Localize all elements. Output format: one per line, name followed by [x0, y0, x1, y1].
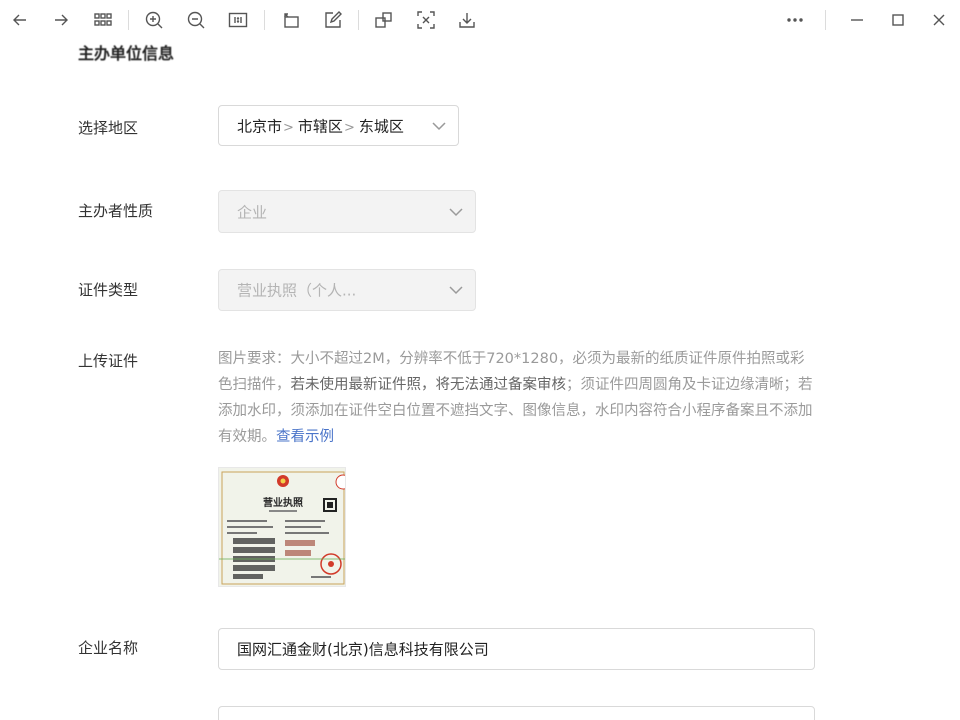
region-label: 选择地区: [78, 119, 139, 137]
toolbar-divider: [358, 10, 359, 30]
toolbar-divider: [264, 10, 265, 30]
license-thumbnail-graphic: 营业执照: [219, 468, 345, 586]
zoom-out-button[interactable]: [181, 5, 211, 35]
section-title: 主办单位信息: [78, 44, 175, 63]
zoom-out-icon: [187, 11, 205, 29]
region-city: 市辖区: [297, 117, 343, 135]
toolbar-divider: [825, 10, 826, 30]
region-district: 东城区: [358, 117, 404, 135]
view-example-link[interactable]: 查看示例: [276, 429, 334, 445]
download-button[interactable]: [452, 5, 482, 35]
back-icon: [13, 14, 26, 26]
region-value: 北京市> 市辖区> 东城区: [237, 115, 404, 136]
company-name-input[interactable]: 国网汇通金财(北京)信息科技有限公司: [218, 628, 815, 670]
organizer-type-label: 主办者性质: [78, 202, 154, 220]
zoom-in-icon: [145, 11, 163, 29]
actual-size-button[interactable]: [223, 5, 253, 35]
ocr-icon: [417, 11, 435, 29]
edit-button[interactable]: [318, 5, 348, 35]
chevron-down-icon: [449, 285, 463, 295]
license-title: 营业执照: [263, 496, 303, 509]
organizer-type-value: 企业: [237, 203, 268, 221]
download-icon: [459, 13, 475, 28]
upload-requirements: 图片要求：大小不超过2M，分辨率不低于720*1280，必须为最新的纸质证件原件…: [218, 346, 818, 450]
rotate-icon: [284, 13, 299, 28]
license-thumbnail[interactable]: 营业执照: [218, 467, 346, 587]
ocr-button[interactable]: [411, 5, 441, 35]
close-button[interactable]: [924, 5, 954, 35]
crop-icon: [375, 12, 392, 28]
zoom-in-button[interactable]: [139, 5, 169, 35]
image-content: 主办单位信息 选择地区 北京市> 市辖区> 东城区 主办者性质 企业 证件类型 营业…: [0, 40, 960, 720]
cert-type-select[interactable]: 营业执照（个人...: [218, 269, 476, 311]
edit-icon: [325, 11, 342, 28]
close-icon: [933, 14, 945, 26]
chevron-down-icon: [449, 207, 463, 217]
region-separator-icon: >: [283, 120, 294, 135]
company-name-label: 企业名称: [78, 639, 139, 657]
upload-desc-emphasis: 若未使用最新证件照，将无法通过备案审核: [290, 377, 567, 393]
region-select[interactable]: 北京市> 市辖区> 东城区: [218, 105, 459, 146]
forward-button[interactable]: [46, 5, 76, 35]
back-button[interactable]: [5, 5, 35, 35]
rotate-button[interactable]: [276, 5, 306, 35]
chevron-down-icon: [432, 121, 446, 131]
next-field-input[interactable]: [218, 706, 815, 720]
maximize-button[interactable]: [883, 5, 913, 35]
forward-icon: [55, 14, 68, 26]
minimize-button[interactable]: [842, 5, 872, 35]
maximize-icon: [892, 14, 904, 26]
more-button[interactable]: [780, 5, 810, 35]
crop-button[interactable]: [369, 5, 399, 35]
actual-size-icon: [228, 12, 248, 28]
toolbar-divider: [128, 10, 129, 30]
grid-view-button[interactable]: [88, 5, 118, 35]
region-province: 北京市: [237, 117, 283, 135]
cert-type-value: 营业执照（个人...: [237, 281, 357, 300]
upload-label: 上传证件: [78, 352, 139, 370]
region-separator-icon: >: [343, 120, 355, 135]
company-name-value: 国网汇通金财(北京)信息科技有限公司: [237, 640, 489, 659]
cert-type-label: 证件类型: [78, 281, 139, 299]
viewer-toolbar: [0, 0, 960, 41]
more-icon: [787, 18, 803, 22]
organizer-type-select[interactable]: 企业: [218, 190, 476, 233]
minimize-icon: [851, 19, 863, 21]
grid-icon: [94, 13, 112, 26]
